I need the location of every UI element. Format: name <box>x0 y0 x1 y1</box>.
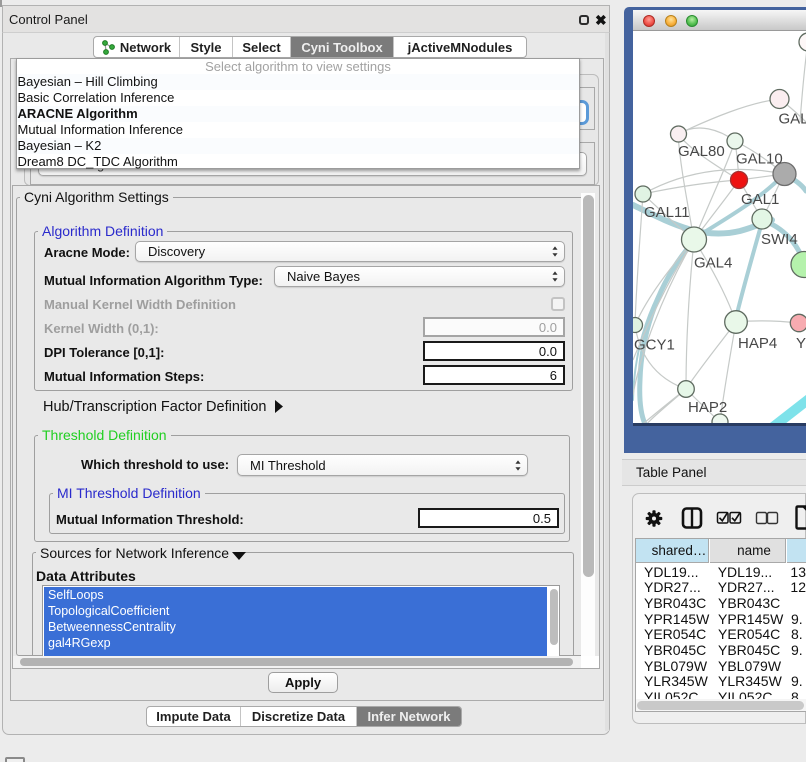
svg-text:SWI4: SWI4 <box>761 231 798 248</box>
svg-text:GAL11: GAL11 <box>644 204 690 221</box>
svg-text:GAL10: GAL10 <box>736 151 783 168</box>
svg-text:GAL4: GAL4 <box>694 255 732 272</box>
svg-text:GAL1: GAL1 <box>741 191 779 208</box>
svg-text:YM: YM <box>796 335 806 352</box>
svg-text:GAL2: GAL2 <box>779 111 806 128</box>
svg-text:GCY1: GCY1 <box>634 337 675 354</box>
svg-text:HAP4: HAP4 <box>738 335 777 352</box>
svg-text:HAP2: HAP2 <box>688 399 727 416</box>
svg-text:GAL80: GAL80 <box>678 143 725 160</box>
